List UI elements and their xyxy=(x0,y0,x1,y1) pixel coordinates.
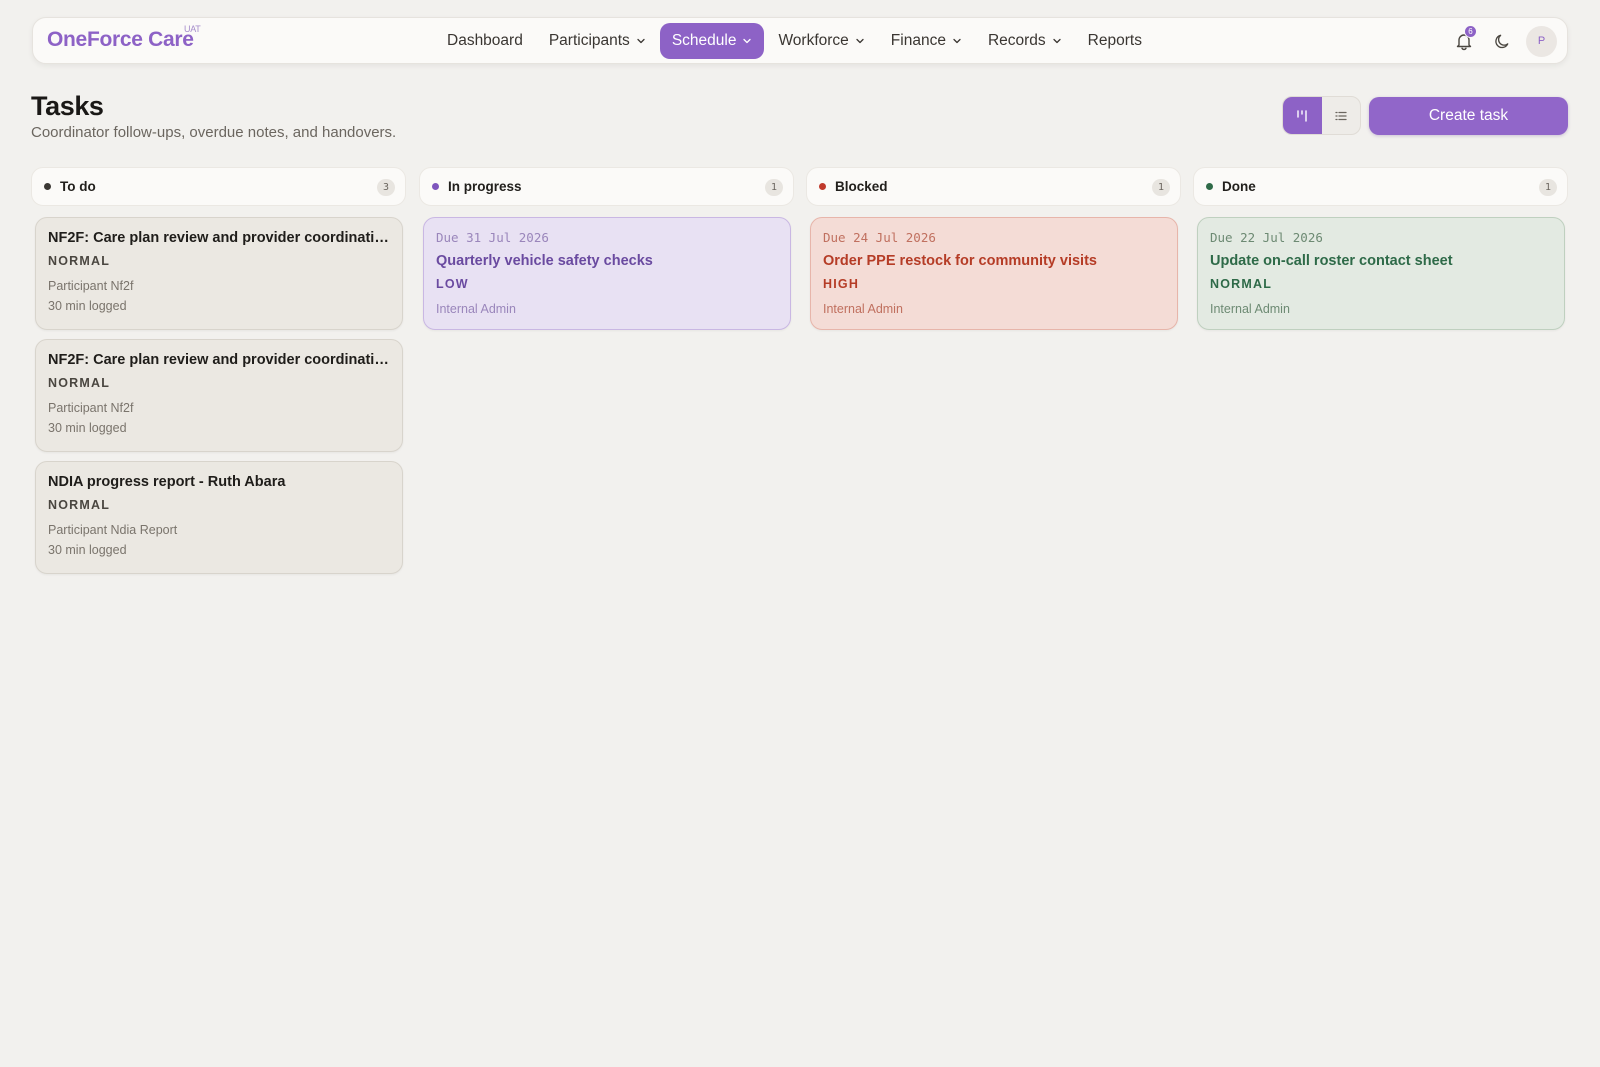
nav-actions: 6 P xyxy=(1450,25,1557,57)
task-participant: Internal Admin xyxy=(1210,302,1290,316)
task-title: NF2F: Care plan review and provider coor… xyxy=(48,230,390,246)
nav-item-label: Dashboard xyxy=(447,32,523,49)
nav-item-label: Workforce xyxy=(778,32,849,49)
top-nav: OneForce Care UAT Dashboard Participants… xyxy=(32,17,1568,64)
task-priority: LOW xyxy=(436,277,469,291)
chevron-down-icon xyxy=(637,38,645,44)
user-avatar[interactable]: P xyxy=(1526,25,1557,57)
column-count-badge: 1 xyxy=(765,179,783,196)
chevron-down-icon xyxy=(953,38,961,44)
list-view-button[interactable] xyxy=(1322,97,1361,134)
task-due-date: Due 22 Jul 2026 xyxy=(1210,230,1323,245)
column-done: Done 1 Due 22 Jul 2026 Update on-call ro… xyxy=(1193,167,1568,330)
task-title: NDIA progress report - Ruth Abara xyxy=(48,474,286,490)
column-header: Blocked 1 xyxy=(806,167,1181,206)
task-participant: Participant Nf2f xyxy=(48,279,134,293)
column-title: In progress xyxy=(448,179,522,194)
column-header: To do 3 xyxy=(31,167,406,206)
task-card[interactable]: Due 24 Jul 2026 Order PPE restock for co… xyxy=(810,217,1178,330)
column-todo: To do 3 NF2F: Care plan review and provi… xyxy=(31,167,406,574)
view-toggle xyxy=(1282,96,1361,135)
column-in-progress: In progress 1 Due 31 Jul 2026 Quarterly … xyxy=(419,167,794,330)
notification-count-badge: 6 xyxy=(1464,25,1477,38)
create-task-button[interactable]: Create task xyxy=(1369,97,1568,135)
nav-item-participants[interactable]: Participants xyxy=(537,23,658,59)
status-dot xyxy=(1206,183,1213,190)
task-priority: HIGH xyxy=(823,277,860,291)
theme-toggle-button[interactable] xyxy=(1488,25,1516,57)
nav-item-records[interactable]: Records xyxy=(976,23,1074,59)
task-time-logged: 30 min logged xyxy=(48,421,127,435)
task-time-logged: 30 min logged xyxy=(48,299,127,313)
task-title: Quarterly vehicle safety checks xyxy=(436,253,653,269)
task-priority: NORMAL xyxy=(1210,277,1273,291)
task-priority: NORMAL xyxy=(48,376,111,390)
task-time-logged: 30 min logged xyxy=(48,543,127,557)
brand-name: OneForce Care xyxy=(47,28,194,51)
column-title: Done xyxy=(1222,179,1256,194)
board-view-button[interactable] xyxy=(1283,97,1322,134)
chevron-down-icon xyxy=(1053,38,1061,44)
task-title: Order PPE restock for community visits xyxy=(823,253,1097,269)
notifications-button[interactable]: 6 xyxy=(1450,25,1478,57)
task-card[interactable]: NF2F: Care plan review and provider coor… xyxy=(35,217,403,330)
task-card[interactable]: Due 22 Jul 2026 Update on-call roster co… xyxy=(1197,217,1565,330)
status-dot xyxy=(44,183,51,190)
nav-item-label: Records xyxy=(987,32,1046,49)
nav-item-reports[interactable]: Reports xyxy=(1076,23,1154,59)
task-participant: Participant Ndia Report xyxy=(48,523,178,537)
task-due-date: Due 31 Jul 2026 xyxy=(436,230,549,245)
task-card[interactable]: Due 31 Jul 2026 Quarterly vehicle safety… xyxy=(423,217,791,330)
task-priority: NORMAL xyxy=(48,498,111,512)
task-priority: NORMAL xyxy=(48,254,111,268)
moon-icon xyxy=(1494,34,1508,48)
task-title: Update on-call roster contact sheet xyxy=(1210,253,1453,269)
column-title: To do xyxy=(60,179,96,194)
column-header: Done 1 xyxy=(1193,167,1568,206)
nav-item-finance[interactable]: Finance xyxy=(879,23,974,59)
list-icon xyxy=(1335,111,1347,120)
nav-item-workforce[interactable]: Workforce xyxy=(766,23,876,59)
column-header: In progress 1 xyxy=(419,167,794,206)
main-menu: Dashboard Participants Schedule Workforc… xyxy=(435,23,1156,59)
nav-item-label: Participants xyxy=(548,32,630,49)
status-dot xyxy=(432,183,439,190)
env-badge: UAT xyxy=(184,24,201,34)
task-participant: Participant Nf2f xyxy=(48,401,134,415)
nav-item-label: Schedule xyxy=(671,32,737,49)
column-count-badge: 1 xyxy=(1539,179,1557,196)
column-count-badge: 3 xyxy=(377,179,395,196)
kanban-icon xyxy=(1297,109,1307,122)
task-due-date: Due 24 Jul 2026 xyxy=(823,230,936,245)
status-dot xyxy=(819,183,826,190)
page-title: Tasks xyxy=(31,91,104,121)
nav-item-schedule[interactable]: Schedule xyxy=(659,23,765,59)
task-title: NF2F: Care plan review and provider coor… xyxy=(48,352,390,368)
task-card[interactable]: NDIA progress report - Ruth Abara NORMAL… xyxy=(35,461,403,574)
chevron-down-icon xyxy=(856,38,864,44)
nav-item-dashboard[interactable]: Dashboard xyxy=(435,23,535,59)
column-count-badge: 1 xyxy=(1152,179,1170,196)
column-title: Blocked xyxy=(835,179,888,194)
task-card[interactable]: NF2F: Care plan review and provider coor… xyxy=(35,339,403,452)
nav-item-label: Finance xyxy=(890,32,946,49)
task-participant: Internal Admin xyxy=(823,302,903,316)
page-subtitle: Coordinator follow-ups, overdue notes, a… xyxy=(31,124,397,141)
column-blocked: Blocked 1 Due 24 Jul 2026 Order PPE rest… xyxy=(806,167,1181,330)
brand-logo[interactable]: OneForce Care UAT xyxy=(47,24,201,52)
task-participant: Internal Admin xyxy=(436,302,516,316)
nav-item-label: Reports xyxy=(1087,32,1142,49)
chevron-down-icon xyxy=(743,38,752,44)
